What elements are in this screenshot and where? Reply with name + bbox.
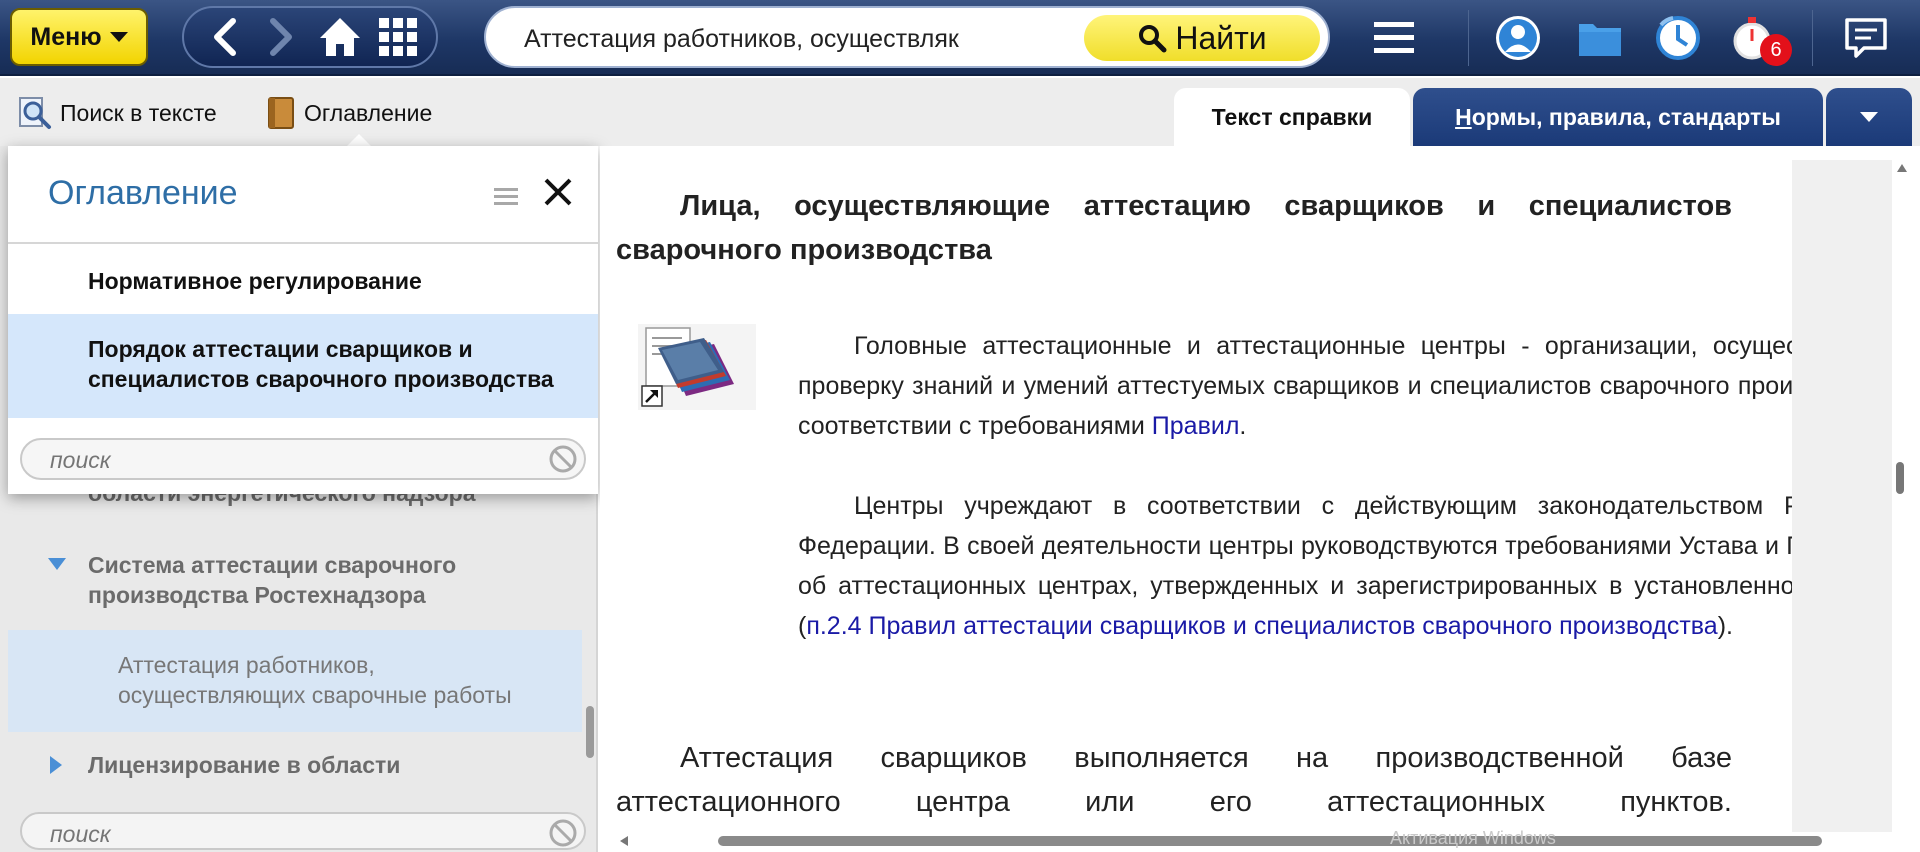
find-button[interactable]: Найти <box>1084 15 1320 61</box>
menu-button[interactable]: Меню <box>10 8 148 66</box>
tab-norms-label: Нормы, правила, стандарты <box>1455 103 1781 130</box>
documents-stack-icon[interactable] <box>638 324 756 410</box>
menu-label: Меню <box>30 22 102 51</box>
popup-divider <box>8 242 598 244</box>
tab-norms-standards[interactable]: Нормы, правила, стандарты <box>1413 88 1823 146</box>
scroll-left-arrow-icon[interactable] <box>620 836 628 846</box>
history-clock-icon[interactable] <box>1652 12 1704 64</box>
text-search-button[interactable]: Поиск в тексте <box>18 96 217 130</box>
clear-search-icon[interactable] <box>548 444 578 474</box>
tab-text-label: Текст справки <box>1211 103 1373 130</box>
toolbar-divider <box>1812 10 1813 66</box>
rules-clause-link[interactable]: п.2.4 Правил аттестации сварщиков и спец… <box>806 612 1717 640</box>
contents-popup: Оглавление Нормативное регулирование Пор… <box>8 146 598 494</box>
magnifier-icon <box>1139 25 1167 53</box>
hamburger-menu-icon[interactable] <box>1368 12 1420 64</box>
contents-button[interactable]: Оглавление <box>266 96 432 130</box>
clear-search-icon[interactable] <box>548 818 578 848</box>
document-body: Лица, осуществляющие аттестацию сварщико… <box>600 146 1892 836</box>
toc-search-input[interactable] <box>50 446 510 474</box>
tree-item-certification-system[interactable]: Система аттестации сварочного производст… <box>88 550 528 610</box>
magnifier-page-icon <box>19 97 51 129</box>
toc-item-regulation[interactable]: Нормативное регулирование <box>8 254 598 308</box>
panel-search-input[interactable] <box>50 820 510 848</box>
vertical-scroll-thumb[interactable] <box>1896 462 1904 494</box>
scroll-up-arrow-icon[interactable] <box>1897 164 1907 172</box>
horizontal-scroll-thumb[interactable] <box>718 836 1822 846</box>
toc-item-certification-procedure[interactable]: Порядок аттестации сварщиков и специалис… <box>8 314 598 418</box>
navigation-group <box>182 6 438 68</box>
folder-icon[interactable] <box>1574 12 1626 64</box>
find-button-label: Найти <box>1175 19 1267 56</box>
chevron-down-icon <box>109 32 128 42</box>
paragraph-centers: Головные аттестационные и аттестационные… <box>798 332 1892 440</box>
back-arrow-icon[interactable] <box>202 15 246 59</box>
book-icon <box>268 97 294 129</box>
tree-item-licensing[interactable]: Лицензирование в области <box>88 750 400 780</box>
windows-activation-watermark: Активация Windows <box>1390 828 1556 848</box>
popup-title: Оглавление <box>48 174 238 212</box>
top-toolbar: Меню Найти <box>0 0 1920 76</box>
toc-search <box>20 438 586 480</box>
apps-grid-icon[interactable] <box>376 15 420 59</box>
panel-search <box>20 812 586 850</box>
caret-expanded-icon <box>48 558 66 570</box>
toolbar-divider <box>1468 10 1469 66</box>
chevron-down-icon <box>1860 112 1878 122</box>
list-icon[interactable] <box>494 186 518 208</box>
paragraph-welders-base: Аттестация сварщиков выполняется на прои… <box>616 742 1732 818</box>
text-search-label: Поиск в тексте <box>60 99 217 126</box>
forward-arrow-icon[interactable] <box>260 15 304 59</box>
paragraph-establishment: Центры учреждают в соответствии с действ… <box>798 492 1892 640</box>
home-icon[interactable] <box>318 15 362 59</box>
tree-item-welders-certification[interactable]: Аттестация работников, осуществляющих св… <box>118 650 548 710</box>
rules-link[interactable]: Правил <box>1152 412 1240 440</box>
contents-label: Оглавление <box>304 99 433 126</box>
notification-badge: 6 <box>1760 34 1792 66</box>
tabs-dropdown-button[interactable] <box>1826 88 1912 146</box>
document-side-gutter <box>1792 160 1894 832</box>
search-input[interactable] <box>524 22 1104 56</box>
vertical-scrollbar[interactable] <box>1892 160 1912 840</box>
search-field: Найти <box>484 6 1330 68</box>
close-icon[interactable] <box>538 172 578 212</box>
panel-scrollbar[interactable] <box>586 706 594 758</box>
feedback-chat-icon[interactable] <box>1840 12 1892 64</box>
caret-collapsed-icon <box>50 756 62 774</box>
user-profile-icon[interactable] <box>1492 12 1544 64</box>
section-heading: Лица, осуществляющие аттестацию сварщико… <box>616 190 1732 266</box>
tab-text-reference[interactable]: Текст справки <box>1174 88 1410 146</box>
